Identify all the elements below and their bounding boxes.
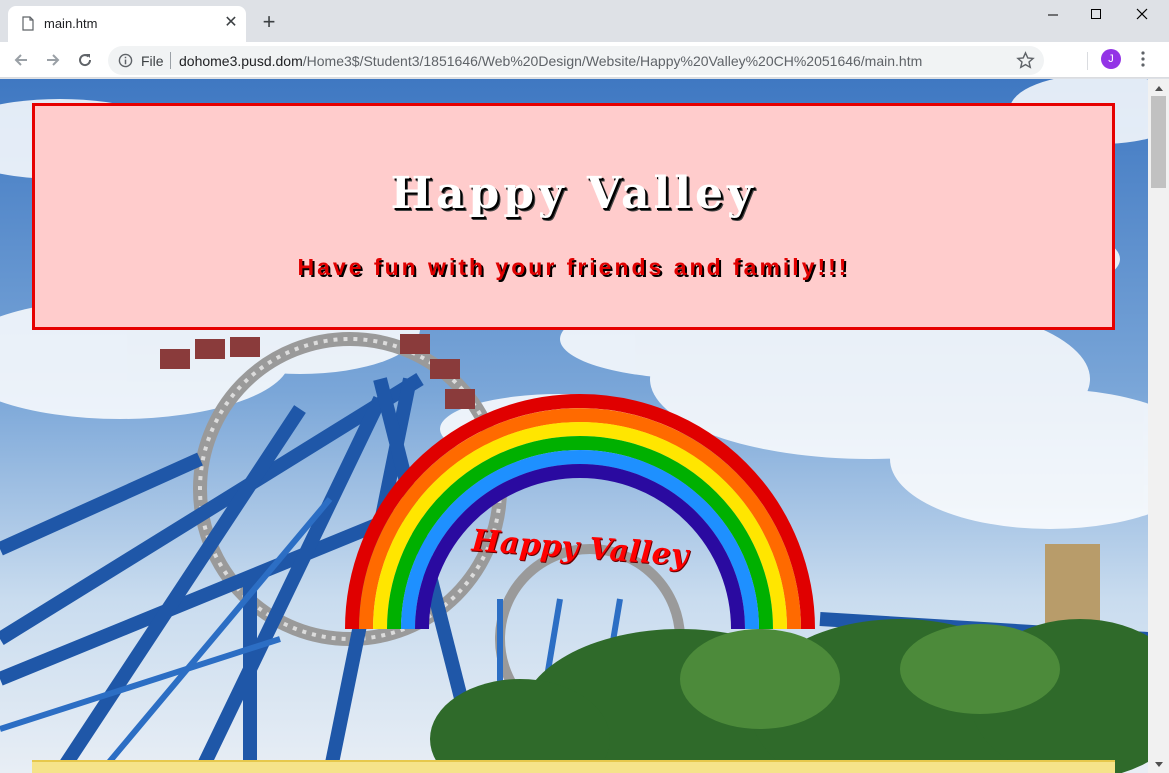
kebab-menu-icon[interactable] — [1135, 50, 1151, 68]
page-header: Happy Valley Have fun with your friends … — [32, 103, 1115, 330]
tab-close-icon[interactable]: ✕ — [222, 14, 240, 32]
info-icon[interactable] — [118, 53, 133, 68]
browser-toolbar: File dohome3.pusd.dom/Home3$/Student3/18… — [0, 42, 1169, 78]
forward-arrow-icon — [47, 54, 60, 66]
reload-icon — [79, 54, 92, 67]
scrollbar-thumb[interactable] — [1151, 96, 1166, 188]
vertical-scrollbar[interactable] — [1148, 79, 1169, 773]
profile-avatar[interactable]: J — [1101, 49, 1121, 69]
browser-tab[interactable]: main.htm ✕ — [8, 6, 246, 42]
close-icon — [1136, 8, 1148, 20]
page-viewport: Happy Valley Have fun with your friends … — [0, 79, 1148, 773]
scroll-up-arrow-icon — [1154, 85, 1163, 91]
page-title: Happy Valley — [390, 168, 757, 219]
url-text[interactable]: dohome3.pusd.dom/Home3$/Student3/1851646… — [179, 53, 922, 69]
scroll-down-button[interactable] — [1148, 756, 1169, 773]
tab-strip: main.htm ✕ + — [0, 0, 1169, 42]
url-path: /Home3$/Student3/1851646/Web%20Design/We… — [302, 53, 923, 69]
back-arrow-icon — [14, 54, 27, 66]
reload-button[interactable] — [72, 47, 98, 73]
minimize-button[interactable] — [1030, 0, 1076, 28]
minimize-icon — [1047, 14, 1058, 15]
forward-button[interactable] — [40, 47, 66, 73]
scroll-up-button[interactable] — [1148, 79, 1169, 96]
star-icon[interactable] — [1016, 51, 1035, 70]
back-button[interactable] — [8, 47, 34, 73]
omnibox-divider — [170, 52, 171, 69]
toolbar-divider — [1087, 52, 1088, 70]
content-panel-edge — [32, 760, 1115, 773]
maximize-icon — [1090, 8, 1101, 19]
security-label[interactable]: File — [141, 53, 164, 69]
page-icon — [22, 16, 34, 31]
url-host: dohome3.pusd.dom — [179, 53, 303, 69]
scroll-down-arrow-icon — [1154, 761, 1163, 767]
maximize-button[interactable] — [1073, 0, 1119, 28]
address-bar[interactable]: File dohome3.pusd.dom/Home3$/Student3/18… — [108, 46, 1044, 75]
rainbow-image — [345, 394, 815, 629]
page-tagline: Have fun with your friends and family!!! — [297, 254, 850, 280]
new-tab-button[interactable]: + — [258, 11, 280, 33]
tab-title: main.htm — [44, 16, 98, 31]
window-close-button[interactable] — [1119, 0, 1165, 28]
